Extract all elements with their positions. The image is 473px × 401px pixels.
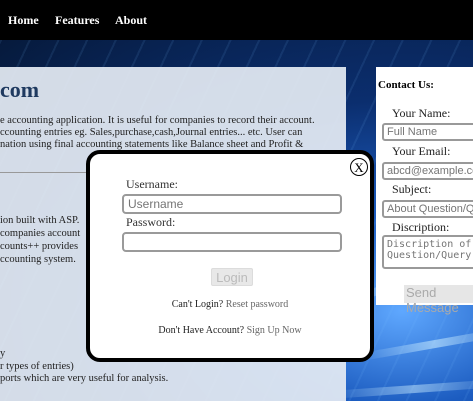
login-button[interactable]: Login	[211, 268, 253, 286]
sign-up-link[interactable]: Sign Up Now	[247, 325, 302, 336]
password-input[interactable]	[122, 232, 342, 252]
signup-prefix: Don't Have Account?	[158, 325, 245, 336]
feature-text-line: r types of entries)	[0, 361, 74, 372]
contact-description-textarea[interactable]	[382, 235, 473, 269]
contact-title: Contact Us:	[378, 79, 434, 91]
name-label: Your Name:	[392, 106, 451, 120]
contact-email-input[interactable]	[382, 162, 473, 180]
description-label: Discription:	[392, 220, 450, 234]
username-input[interactable]	[122, 194, 342, 214]
login-modal: X Username: Password: Login Can't Login?…	[86, 150, 374, 362]
contact-subject-input[interactable]	[382, 200, 473, 218]
feature-text-line: ports which are very useful for analysis…	[0, 373, 169, 384]
nav-link-features[interactable]: Features	[55, 13, 99, 28]
top-navbar: Home Features About	[0, 0, 473, 40]
nav-link-home[interactable]: Home	[8, 13, 39, 28]
background-light-streak	[360, 327, 473, 361]
close-icon[interactable]: X	[350, 158, 368, 176]
send-message-button[interactable]: Send Message	[404, 285, 473, 315]
intro-text-line: ccounting entries eg. Sales,purchase,cas…	[0, 127, 303, 138]
forgot-password-prefix: Can't Login?	[171, 299, 224, 310]
contact-panel: Contact Us: Your Name: Your Email: Subje…	[376, 67, 473, 315]
forgot-password-line: Can't Login? Reset password	[90, 299, 370, 310]
contact-name-input[interactable]	[382, 123, 473, 141]
reset-password-link[interactable]: Reset password	[226, 299, 289, 310]
signup-line: Don't Have Account? Sign Up Now	[90, 325, 370, 336]
password-label: Password:	[126, 215, 176, 229]
intro-text-line: e accounting application. It is useful f…	[0, 115, 315, 126]
username-label: Username:	[126, 177, 178, 191]
subject-label: Subject:	[392, 182, 432, 196]
nav-link-about[interactable]: About	[115, 13, 147, 28]
background-light-streak	[329, 379, 473, 399]
page-title: com	[0, 77, 40, 102]
email-label: Your Email:	[392, 144, 451, 158]
